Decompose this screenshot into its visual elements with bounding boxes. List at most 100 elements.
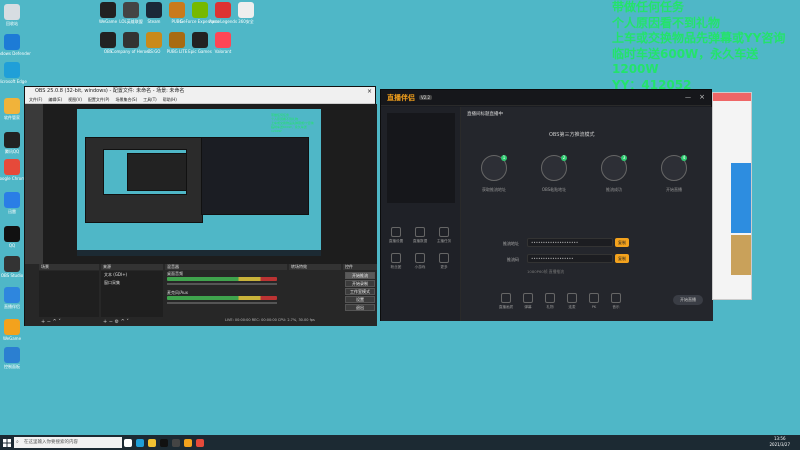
- rtmp-field[interactable]: ••••••••••••••••••••: [527, 238, 613, 247]
- toolbar-label: 连麦: [568, 305, 576, 309]
- menu-item[interactable]: 编辑(E): [48, 96, 62, 103]
- taskbar-explorer-icon[interactable]: [146, 435, 158, 450]
- exit-button[interactable]: 退出: [345, 304, 375, 311]
- settings-button[interactable]: 设置: [345, 296, 375, 303]
- scenes-list[interactable]: [39, 271, 99, 317]
- desktop-icon[interactable]: CS:GO: [142, 32, 166, 54]
- menu-item[interactable]: 配置文件(P): [88, 96, 110, 103]
- source-item-1[interactable]: 文本 (GDI+): [101, 271, 163, 279]
- tool-icon[interactable]: [415, 253, 425, 263]
- copy-key-button[interactable]: 复制: [615, 254, 629, 263]
- desktop-icon[interactable]: Company of Heroes: [111, 32, 151, 54]
- step-badge: 3: [621, 155, 627, 161]
- close-icon[interactable]: ×: [367, 87, 372, 96]
- desktop-icon[interactable]: PUBG LITE: [165, 32, 189, 54]
- start-live-button[interactable]: 开始直播: [673, 295, 703, 305]
- desktop-icon[interactable]: 控制面板: [0, 347, 24, 369]
- taskbar-chrome-icon[interactable]: [194, 435, 206, 450]
- nested-taskbar: [77, 250, 321, 256]
- volume-slider-1[interactable]: [167, 283, 277, 285]
- source-item-2[interactable]: 窗口采集: [101, 279, 163, 287]
- desktop-icon[interactable]: 软件管家: [0, 98, 24, 120]
- app-icon: [4, 226, 20, 242]
- desktop-icon-label: Apex Legends: [208, 19, 238, 24]
- desktop-icon[interactable]: Windows Defender: [0, 34, 31, 56]
- search-icon: ⌕: [16, 439, 19, 445]
- stream-key-field[interactable]: ••••••••••••••••••: [527, 254, 613, 263]
- desktop-icon[interactable]: Microsoft Edge: [0, 62, 27, 84]
- app-icon: [215, 2, 231, 18]
- rtmp-label: 推流地址: [503, 241, 519, 246]
- start-recording-button[interactable]: 开始录制: [345, 280, 375, 287]
- taskbar-live-icon[interactable]: [182, 435, 194, 450]
- taskbar-task-view-icon[interactable]: [122, 435, 134, 450]
- obs-preview[interactable]: 带做任何任务 个人原因看不到礼物 上车或交换物品先弹幕或YY咨询 临时车送600W，永…: [25, 104, 377, 264]
- volume-slider-2[interactable]: [167, 302, 277, 304]
- desktop-icon[interactable]: WeGame: [0, 319, 24, 341]
- tool-icon[interactable]: [439, 253, 449, 263]
- start-button[interactable]: [0, 435, 14, 450]
- tool-icon[interactable]: [391, 253, 401, 263]
- live-helper-window[interactable]: 直播伴侣 V2.2 — × 直播设置 直播数据 主播任务 粉丝团 小游戏 更多 直播间标题…: [380, 89, 713, 321]
- toolbar-icon[interactable]: [523, 293, 533, 303]
- menu-item[interactable]: 帮助(H): [163, 96, 177, 103]
- scene-controls[interactable]: + − ^ ˅: [41, 319, 61, 325]
- obs-title-bar[interactable]: OBS 25.0.8 (32-bit, windows) - 配置文件: 未命名…: [25, 87, 375, 96]
- desktop-icon[interactable]: QQ: [0, 226, 24, 248]
- tool-icon[interactable]: [439, 227, 449, 237]
- desktop-icon[interactable]: 回收站: [0, 4, 24, 26]
- app-icon: [192, 32, 208, 48]
- taskbar-qq-icon[interactable]: [158, 435, 170, 450]
- toolbar-label: 直播画质: [498, 305, 514, 309]
- desktop-icon-label: PUBG LITE: [166, 49, 188, 54]
- desktop-icon[interactable]: Google Chrome: [0, 159, 28, 181]
- taskbar-obs-icon[interactable]: [170, 435, 182, 450]
- toolbar-label: 弹幕: [524, 305, 532, 309]
- toolbar-icon[interactable]: [501, 293, 511, 303]
- app-icon: [123, 32, 139, 48]
- minimize-icon[interactable]: —: [685, 94, 691, 101]
- menu-item[interactable]: 工具(T): [143, 96, 157, 103]
- toolbar-icon[interactable]: [611, 293, 621, 303]
- system-clock[interactable]: 13:56 2021/3/27: [769, 436, 790, 448]
- toolbar-icon[interactable]: [545, 293, 555, 303]
- desktop-icon[interactable]: 腾讯QQ: [0, 132, 24, 154]
- desktop-icon[interactable]: 360安全: [234, 2, 258, 24]
- desktop-icon-label: 迅雷: [8, 209, 16, 214]
- studio-mode-button[interactable]: 工作室模式: [345, 288, 375, 295]
- desktop-icon-label: Epic Games: [188, 49, 212, 54]
- sources-list[interactable]: 文本 (GDI+) 窗口采集: [101, 271, 163, 317]
- menu-item[interactable]: 场景集合(S): [115, 96, 137, 103]
- desktop-icon[interactable]: Apex Legends: [208, 2, 238, 24]
- desktop-icon[interactable]: WeGame: [96, 2, 120, 24]
- toolbar-icon[interactable]: [589, 293, 599, 303]
- menu-item[interactable]: 视图(V): [68, 96, 82, 103]
- copy-rtmp-button[interactable]: 复制: [615, 238, 629, 247]
- desktop-icon-label: Steam: [147, 19, 161, 24]
- scenes-dock-header: 场景: [39, 264, 99, 270]
- desktop-icon[interactable]: OBS Studio: [0, 256, 24, 278]
- tool-icon[interactable]: [391, 227, 401, 237]
- desktop-icon[interactable]: Steam: [142, 2, 166, 24]
- toolbar-icon[interactable]: [567, 293, 577, 303]
- tool-label: 更多: [440, 265, 448, 269]
- sources-dock-header: 来源: [101, 264, 163, 270]
- tool-icon[interactable]: [415, 227, 425, 237]
- desktop-icon[interactable]: Valorant: [211, 32, 235, 54]
- browser-window[interactable]: [712, 92, 752, 300]
- taskbar-edge-icon[interactable]: [134, 435, 146, 450]
- desktop-icon[interactable]: 迅雷: [0, 192, 24, 214]
- desktop-icon[interactable]: LOL英雄联盟: [119, 2, 143, 24]
- close-icon[interactable]: ×: [699, 93, 705, 101]
- app-icon: [100, 2, 116, 18]
- source-controls[interactable]: + − ⚙ ^ ˅: [103, 319, 129, 325]
- app-icon: [146, 32, 162, 48]
- app-icon: [215, 32, 231, 48]
- desktop-icon[interactable]: 直播伴侣: [0, 287, 24, 309]
- desktop-icon[interactable]: Epic Games: [188, 32, 212, 54]
- menu-item[interactable]: 文件(F): [29, 96, 42, 103]
- start-streaming-button[interactable]: 开始推流: [345, 272, 375, 279]
- obs-window[interactable]: OBS 25.0.8 (32-bit, windows) - 配置文件: 未命名…: [24, 86, 377, 326]
- tool-label: 小游戏: [414, 265, 426, 269]
- taskbar-search[interactable]: ⌕ 在这里输入你要搜索的内容: [14, 437, 122, 448]
